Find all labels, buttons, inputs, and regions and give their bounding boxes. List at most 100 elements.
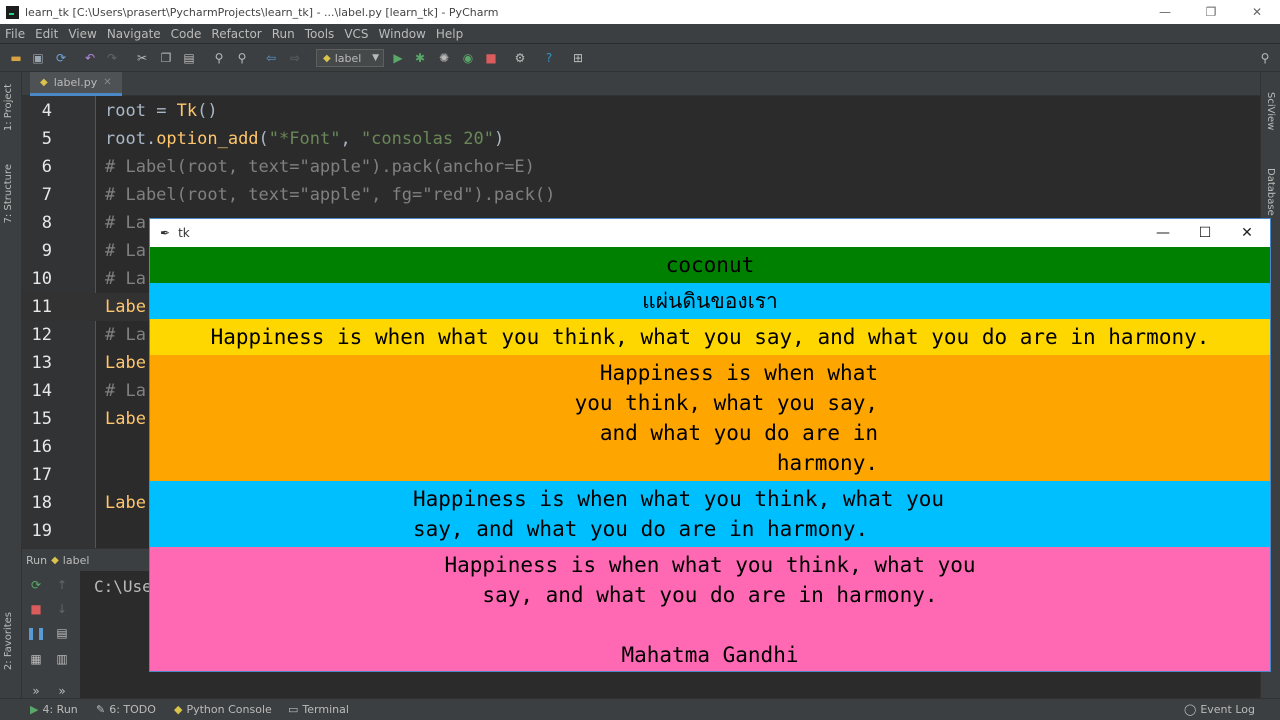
menu-window[interactable]: Window — [374, 27, 431, 41]
run-icon[interactable]: ▶ — [390, 50, 406, 66]
editor-tab-bar: ◆ label.py ✕ — [22, 72, 1260, 96]
menu-refactor[interactable]: Refactor — [206, 27, 266, 41]
label-thai: แผ่นดินของเรา — [150, 283, 1270, 319]
up-icon[interactable]: ↑ — [54, 577, 70, 593]
menu-edit[interactable]: Edit — [30, 27, 63, 41]
run-icon: ▶ — [30, 703, 39, 716]
stop-icon[interactable]: ■ — [483, 50, 499, 66]
find-icon[interactable]: ⚲ — [211, 50, 227, 66]
menu-help[interactable]: Help — [431, 27, 468, 41]
label-line: Happiness is when what — [599, 361, 878, 385]
close-tab-icon[interactable]: ✕ — [103, 77, 111, 88]
tk-title-bar: ✒ tk — ☐ ✕ — [150, 219, 1270, 247]
line-number: 7 — [41, 185, 52, 205]
code-line[interactable]: 5 root.option_add("*Font", "consolas 20") — [22, 125, 1260, 153]
python-icon: ◆ — [323, 52, 331, 64]
tk-feather-icon: ✒ — [160, 226, 171, 240]
code-line[interactable]: 7 # Label(root, text="apple", fg="red").p… — [22, 181, 1260, 209]
menu-vcs[interactable]: VCS — [339, 27, 373, 41]
soft-wrap-icon[interactable]: ▤ — [54, 625, 70, 641]
tool-run[interactable]: ▶ 4: Run — [30, 703, 78, 716]
console-output: C:\Use — [94, 577, 152, 596]
stop-icon[interactable]: ■ — [28, 601, 44, 617]
file-tab-label: label.py — [53, 76, 98, 89]
file-tab-label-py[interactable]: ◆ label.py ✕ — [30, 72, 122, 96]
tool-event-log-label: Event Log — [1200, 703, 1255, 716]
back-icon[interactable]: ⇦ — [263, 50, 279, 66]
tool-event-log[interactable]: ◯ Event Log — [1184, 703, 1255, 716]
tool-todo[interactable]: ✎ 6: TODO — [96, 703, 156, 716]
save-icon[interactable]: ▣ — [30, 50, 46, 66]
redo-icon[interactable]: ↷ — [104, 50, 120, 66]
code-line[interactable]: 6 # Label(root, text="apple").pack(anchor… — [22, 153, 1260, 181]
rerun-icon[interactable]: ⟳ — [28, 577, 44, 593]
code-token: "consolas 20" — [360, 129, 494, 149]
label-happiness-right-justified: Happiness is when what you think, what y… — [150, 355, 1270, 481]
code-text: # La — [105, 209, 146, 237]
close-button[interactable]: ✕ — [1234, 0, 1280, 24]
menu-file[interactable]: File — [0, 27, 30, 41]
settings-icon[interactable]: ⚙ — [512, 50, 528, 66]
cut-icon[interactable]: ✂ — [134, 50, 150, 66]
undo-icon[interactable]: ↶ — [82, 50, 98, 66]
more-icon[interactable]: » — [28, 683, 44, 699]
sync-icon[interactable]: ⟳ — [53, 50, 69, 66]
menu-code[interactable]: Code — [166, 27, 207, 41]
label-line: you think, what you say, — [574, 391, 878, 415]
tab-structure[interactable]: 7: Structure — [3, 164, 14, 223]
line-number: 19 — [31, 521, 52, 541]
tk-maximize-button[interactable]: ☐ — [1184, 219, 1226, 247]
menu-navigate[interactable]: Navigate — [102, 27, 166, 41]
tool-terminal-label: Terminal — [302, 703, 349, 716]
line-number: 16 — [31, 437, 52, 457]
tab-database[interactable]: Database — [1265, 168, 1276, 216]
restore-button[interactable]: ❐ — [1188, 0, 1234, 24]
tool-python-console[interactable]: ◆ Python Console — [174, 703, 272, 716]
layout-icon[interactable]: ▦ — [28, 651, 44, 667]
line-number: 17 — [31, 465, 52, 485]
down-icon[interactable]: ↓ — [54, 601, 70, 617]
forward-icon[interactable]: ⇨ — [287, 50, 303, 66]
tab-project[interactable]: 1: Project — [3, 84, 14, 131]
more-icon-2[interactable]: » — [54, 683, 70, 699]
tk-close-button[interactable]: ✕ — [1226, 219, 1268, 247]
python-icon: ◆ — [174, 703, 183, 716]
copy-icon[interactable]: ❐ — [158, 50, 174, 66]
code-token: option_add — [156, 129, 259, 149]
tab-sciview[interactable]: SciView — [1265, 92, 1276, 130]
help-icon[interactable]: ? — [541, 50, 557, 66]
replace-icon[interactable]: ⚲ — [234, 50, 250, 66]
tool-terminal[interactable]: ▭ Terminal — [288, 703, 349, 716]
code-text: # La — [105, 377, 146, 405]
label-line: and what you do are in — [599, 421, 878, 445]
menu-tools[interactable]: Tools — [300, 27, 340, 41]
code-token: ) — [494, 129, 505, 149]
minimize-button[interactable]: — — [1142, 0, 1188, 24]
debug-icon[interactable]: ✱ — [412, 50, 428, 66]
coverage-icon[interactable]: ✺ — [436, 50, 452, 66]
code-line[interactable]: 4 root = Tk() — [22, 97, 1260, 125]
code-token: # La — [105, 325, 146, 345]
line-number: 11 — [31, 297, 52, 317]
tk-minimize-button[interactable]: — — [1142, 219, 1184, 247]
scroll-end-icon[interactable]: ▥ — [54, 651, 70, 667]
code-token: root — [105, 101, 157, 121]
label-line: say, and what you do are in harmony. — [482, 583, 938, 607]
run-config-name: label — [62, 553, 90, 567]
open-icon[interactable]: ▬ — [8, 50, 24, 66]
tool-python-console-label: Python Console — [186, 703, 272, 716]
tab-favorites[interactable]: 2: Favorites — [3, 612, 14, 670]
code-text: Labe — [105, 293, 146, 321]
search-icon[interactable]: ⚲ — [1257, 50, 1273, 66]
line-number: 9 — [41, 241, 52, 261]
menu-view[interactable]: View — [63, 27, 101, 41]
pause-icon[interactable]: ❚❚ — [26, 625, 46, 641]
menu-run[interactable]: Run — [267, 27, 300, 41]
sdk-icon[interactable]: ⊞ — [570, 50, 586, 66]
profile-icon[interactable]: ◉ — [460, 50, 476, 66]
run-configuration-select[interactable]: ◆ label ▼ — [316, 49, 384, 67]
code-text: Labe — [105, 349, 146, 377]
terminal-icon: ▭ — [288, 703, 299, 716]
paste-icon[interactable]: ▤ — [181, 50, 197, 66]
code-token: # La — [105, 269, 146, 289]
